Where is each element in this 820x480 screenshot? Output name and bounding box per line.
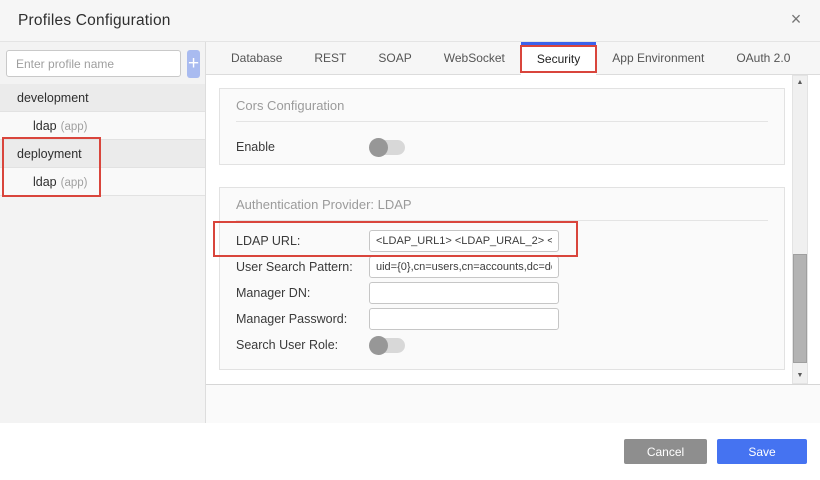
save-button[interactable]: Save: [717, 439, 807, 464]
toggle-knob: [369, 138, 388, 157]
search-user-role-toggle[interactable]: [369, 337, 405, 353]
cors-enable-toggle[interactable]: [369, 139, 405, 155]
sidebar-item-development[interactable]: development: [0, 84, 205, 112]
cors-enable-row: Enable: [220, 134, 784, 160]
settings-scroll-area: Cors Configuration Enable Authentication…: [206, 75, 820, 384]
manager-password-row: Manager Password:: [220, 306, 784, 332]
tab-oauth[interactable]: OAuth 2.0: [720, 42, 806, 74]
ldap-section-title: Authentication Provider: LDAP: [236, 188, 768, 221]
vertical-scrollbar[interactable]: ▲ ▼: [792, 75, 808, 384]
dialog-footer: Cancel Save: [0, 423, 820, 480]
sidebar-item-ldap-development[interactable]: ldap (app): [0, 112, 205, 140]
search-user-role-row: Search User Role:: [220, 332, 784, 358]
scrollbar-thumb[interactable]: [793, 254, 807, 363]
search-user-role-label: Search User Role:: [236, 338, 369, 352]
ldap-url-label: LDAP URL:: [236, 234, 369, 248]
cancel-button[interactable]: Cancel: [624, 439, 707, 464]
content-bottom-strip: [206, 384, 820, 423]
tab-bar: Database REST SOAP WebSocket Security Ap…: [206, 42, 820, 75]
profiles-configuration-dialog: Profiles Configuration × + development l…: [0, 0, 820, 480]
tab-security-label: Security: [537, 52, 580, 66]
add-profile-button[interactable]: +: [187, 50, 200, 78]
tab-database[interactable]: Database: [215, 42, 298, 74]
manager-password-label: Manager Password:: [236, 312, 369, 326]
user-search-pattern-row: User Search Pattern:: [220, 254, 784, 280]
cors-section-title: Cors Configuration: [236, 89, 768, 122]
scrollbar-down-icon[interactable]: ▼: [793, 369, 807, 383]
profiles-sidebar: + development ldap (app) deployment ldap (…: [0, 42, 206, 423]
profile-name-input[interactable]: [6, 50, 181, 77]
sidebar-item-suffix: (app): [61, 121, 88, 133]
user-search-pattern-input[interactable]: [369, 256, 559, 278]
sidebar-item-label: deployment: [17, 147, 82, 161]
tab-soap[interactable]: SOAP: [362, 42, 427, 74]
tab-app-environment[interactable]: App Environment: [596, 42, 720, 74]
sidebar-item-suffix: (app): [61, 177, 88, 189]
user-search-pattern-label: User Search Pattern:: [236, 260, 369, 274]
scrollbar-up-icon[interactable]: ▲: [793, 76, 807, 90]
sidebar-item-label: ldap: [33, 175, 57, 189]
sidebar-item-label: ldap: [33, 119, 57, 133]
ldap-url-input[interactable]: [369, 230, 559, 252]
dialog-header: Profiles Configuration ×: [0, 0, 820, 42]
sidebar-item-ldap-deployment[interactable]: ldap (app): [0, 168, 205, 196]
profile-create-row: +: [0, 42, 205, 84]
main-content: Database REST SOAP WebSocket Security Ap…: [206, 42, 820, 423]
sidebar-item-deployment[interactable]: deployment: [0, 140, 205, 168]
toggle-knob: [369, 336, 388, 355]
sidebar-item-label: development: [17, 91, 89, 105]
tab-security[interactable]: Security: [521, 42, 596, 75]
ldap-provider-section: Authentication Provider: LDAP LDAP URL: …: [219, 187, 785, 370]
cors-configuration-section: Cors Configuration Enable: [219, 88, 785, 165]
manager-password-input[interactable]: [369, 308, 559, 330]
close-icon[interactable]: ×: [785, 8, 807, 30]
dialog-body: + development ldap (app) deployment ldap (…: [0, 42, 820, 423]
manager-dn-label: Manager DN:: [236, 286, 369, 300]
plus-icon: +: [188, 53, 199, 74]
manager-dn-input[interactable]: [369, 282, 559, 304]
tab-websocket[interactable]: WebSocket: [428, 42, 521, 74]
page-title: Profiles Configuration: [18, 12, 171, 30]
cors-enable-label: Enable: [236, 140, 369, 154]
tab-rest[interactable]: REST: [298, 42, 362, 74]
manager-dn-row: Manager DN:: [220, 280, 784, 306]
ldap-url-row: LDAP URL:: [220, 228, 784, 254]
